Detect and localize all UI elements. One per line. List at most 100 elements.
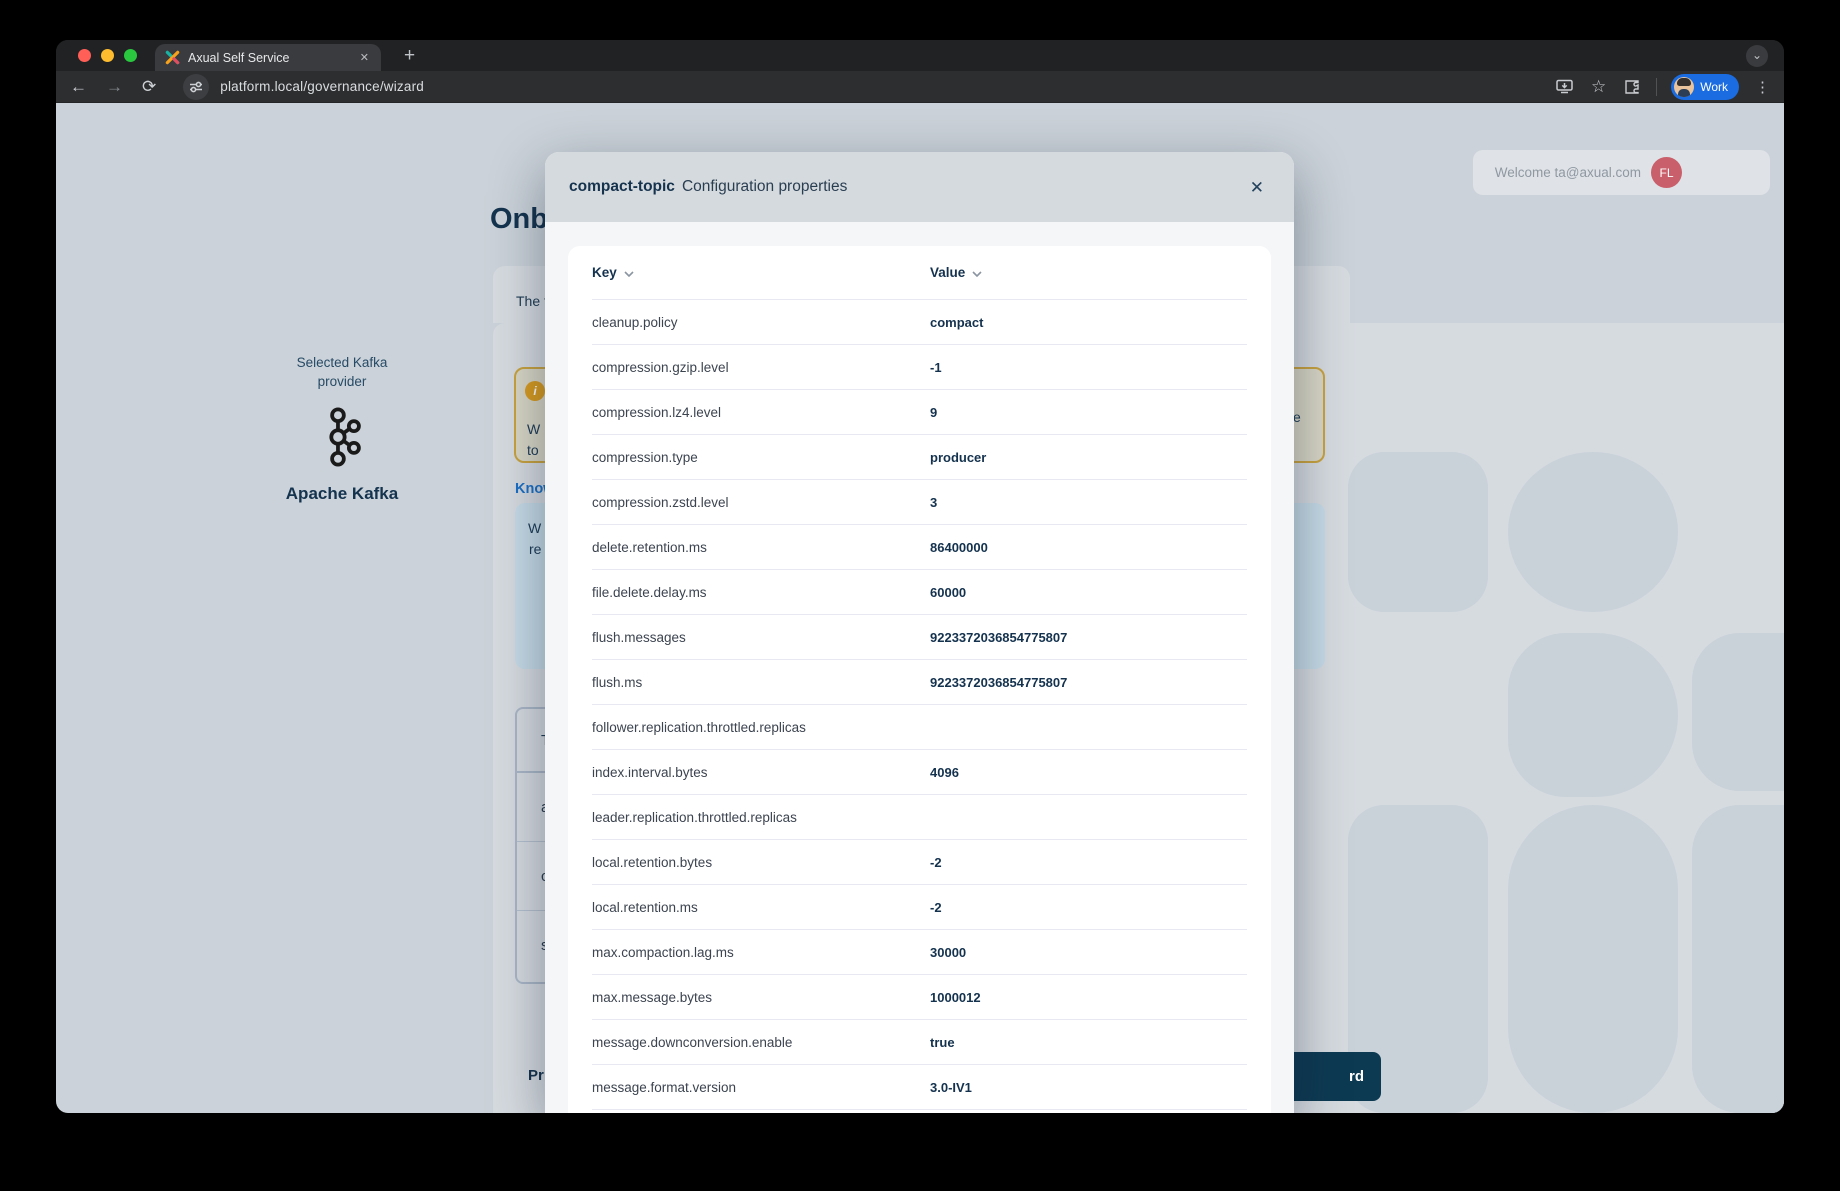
config-key: max.compaction.lag.ms <box>592 945 930 960</box>
config-value: 9223372036854775807 <box>930 675 1067 690</box>
reload-button[interactable]: ⟳ <box>142 78 156 95</box>
config-key: cleanup.policy <box>592 315 930 330</box>
forward-button[interactable]: → <box>106 78 123 95</box>
info-warning-icon: i <box>525 381 545 401</box>
configuration-modal: compact-topic Configuration properties ✕… <box>545 152 1294 1113</box>
config-table: Key Value cleanup.policycompactc <box>568 246 1271 1113</box>
table-row[interactable]: local.retention.bytes-2 <box>592 840 1247 885</box>
provider-name: Apache Kafka <box>242 484 442 504</box>
table-row[interactable]: follower.replication.throttled.replicas <box>592 705 1247 750</box>
welcome-chip: Welcome ta@axual.com FL <box>1473 150 1770 195</box>
bookmark-star-icon[interactable]: ☆ <box>1591 77 1606 97</box>
config-value: 86400000 <box>930 540 988 555</box>
browser-menu-icon[interactable]: ⋮ <box>1755 78 1770 96</box>
config-key: leader.replication.throttled.replicas <box>592 810 930 825</box>
previous-button[interactable]: Pr <box>528 1067 544 1084</box>
config-value: 60000 <box>930 585 966 600</box>
toolbar-divider <box>1656 78 1657 96</box>
sort-chevron-icon[interactable] <box>972 264 982 282</box>
modal-header: compact-topic Configuration properties ✕ <box>545 152 1294 222</box>
modal-title: Configuration properties <box>682 178 1246 196</box>
config-key: local.retention.bytes <box>592 855 930 870</box>
table-row[interactable]: compression.lz4.level9 <box>592 390 1247 435</box>
new-tab-button[interactable]: + <box>404 43 415 69</box>
decor-shape <box>1508 805 1678 1113</box>
table-row[interactable]: compression.zstd.level3 <box>592 480 1247 525</box>
warning-text-fragment: e <box>1293 409 1301 425</box>
site-settings-icon[interactable] <box>183 74 209 100</box>
config-value: 4096 <box>930 765 959 780</box>
table-row[interactable]: flush.messages9223372036854775807 <box>592 615 1247 660</box>
macos-close-button[interactable] <box>78 49 91 62</box>
tab-search-button[interactable]: ⌄ <box>1746 45 1768 67</box>
config-key: compression.gzip.level <box>592 360 930 375</box>
config-key: delete.retention.ms <box>592 540 930 555</box>
table-row[interactable]: cleanup.policycompact <box>592 300 1247 345</box>
profile-name: Work <box>1700 80 1728 94</box>
browser-toolbar: ← → ⟳ platform.local/governance/wizard ☆ <box>56 71 1784 103</box>
profile-chip[interactable]: Work <box>1671 74 1739 100</box>
sort-chevron-icon[interactable] <box>624 264 634 282</box>
tab-close-icon[interactable]: ✕ <box>358 51 371 64</box>
save-to-device-icon[interactable] <box>1556 79 1573 94</box>
config-key: compression.lz4.level <box>592 405 930 420</box>
tab-strip: Axual Self Service ✕ + ⌄ <box>56 40 1784 71</box>
url-input[interactable]: platform.local/governance/wizard <box>220 79 1538 94</box>
table-row[interactable]: delete.retention.ms86400000 <box>592 525 1247 570</box>
config-key: index.interval.bytes <box>592 765 930 780</box>
config-key: message.downconversion.enable <box>592 1035 930 1050</box>
selected-provider-label: Selected Kafka provider <box>242 353 442 391</box>
table-header-row: Key Value <box>592 246 1247 300</box>
app-page: Welcome ta@axual.com FL Onbo The f Selec… <box>56 103 1784 1113</box>
intro-text: The f <box>516 293 548 309</box>
macos-zoom-button[interactable] <box>124 49 137 62</box>
table-row[interactable]: message.downconversion.enabletrue <box>592 1020 1247 1065</box>
table-row[interactable]: flush.ms9223372036854775807 <box>592 660 1247 705</box>
table-row[interactable]: file.delete.delay.ms60000 <box>592 570 1247 615</box>
decor-shape <box>1692 633 1784 791</box>
warning-text-fragment: W <box>527 421 540 437</box>
config-key: max.message.bytes <box>592 990 930 1005</box>
table-row[interactable]: message.format.version3.0-IV1 <box>592 1065 1247 1110</box>
config-key: file.delete.delay.ms <box>592 585 930 600</box>
table-row[interactable]: max.message.bytes1000012 <box>592 975 1247 1020</box>
warning-text-fragment: to <box>527 442 539 458</box>
config-key: local.retention.ms <box>592 900 930 915</box>
macos-minimize-button[interactable] <box>101 49 114 62</box>
config-value: -2 <box>930 855 942 870</box>
key-column-header[interactable]: Key <box>592 265 617 280</box>
table-row[interactable]: leader.replication.throttled.replicas <box>592 795 1247 840</box>
value-column-header[interactable]: Value <box>930 265 965 280</box>
modal-body: Key Value cleanup.policycompactc <box>545 222 1294 1113</box>
config-value: 9 <box>930 405 937 420</box>
extensions-puzzle-icon[interactable] <box>1624 79 1640 95</box>
decor-shape <box>1508 452 1678 612</box>
modal-topic-name: compact-topic <box>569 178 675 196</box>
profile-avatar <box>1674 77 1694 97</box>
config-value: -2 <box>930 900 942 915</box>
table-row[interactable]: index.interval.bytes4096 <box>592 750 1247 795</box>
back-button[interactable]: ← <box>70 78 87 95</box>
axual-favicon-icon <box>165 50 180 65</box>
config-key: flush.ms <box>592 675 930 690</box>
config-key: flush.messages <box>592 630 930 645</box>
kafka-logo-icon <box>322 406 364 468</box>
tab-title: Axual Self Service <box>188 51 358 65</box>
table-row[interactable]: compression.gzip.level-1 <box>592 345 1247 390</box>
config-value: 30000 <box>930 945 966 960</box>
decor-shape <box>1692 805 1784 1113</box>
decor-shape <box>1348 452 1488 612</box>
config-value: 1000012 <box>930 990 981 1005</box>
config-value: 9223372036854775807 <box>930 630 1067 645</box>
close-icon[interactable]: ✕ <box>1246 175 1268 200</box>
browser-tab[interactable]: Axual Self Service ✕ <box>155 44 381 71</box>
table-row[interactable]: max.compaction.lag.ms30000 <box>592 930 1247 975</box>
config-key: compression.type <box>592 450 930 465</box>
config-value: -1 <box>930 360 942 375</box>
table-row[interactable]: compression.typeproducer <box>592 435 1247 480</box>
info-text-fragment: W <box>528 520 541 536</box>
user-avatar[interactable]: FL <box>1651 157 1682 188</box>
config-value: true <box>930 1035 955 1050</box>
table-row[interactable]: local.retention.ms-2 <box>592 885 1247 930</box>
config-value: 3.0-IV1 <box>930 1080 972 1095</box>
